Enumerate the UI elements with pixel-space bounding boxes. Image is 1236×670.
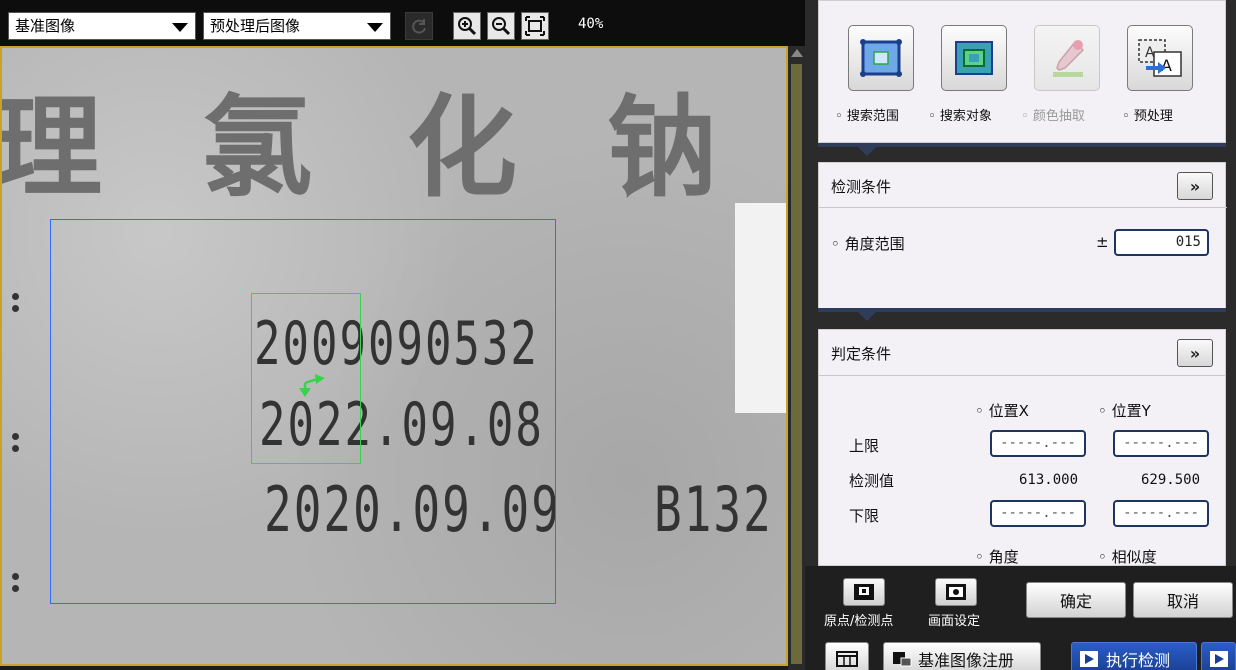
origin-detection-point-label: 原点/检测点 [824, 614, 894, 629]
fit-screen-button[interactable] [521, 12, 549, 40]
viewer-scrollbar[interactable] [788, 46, 805, 670]
expand-judgement-button[interactable]: » [1177, 339, 1213, 367]
image-viewer[interactable]: 理 氯 化 钠 2009090532 2022.09.08 2020.09.09… [0, 46, 788, 666]
divider [819, 207, 1227, 208]
search-target-icon [955, 41, 993, 75]
zoom-out-button[interactable] [487, 12, 515, 40]
run-detection-label: 执行检测 [1106, 651, 1171, 670]
label-character: 钠 [607, 83, 717, 212]
eyedropper-icon [1053, 40, 1085, 77]
section-title: 检测条件 [831, 178, 892, 196]
settings-panel: A A ◦ 搜索范围 ◦ 搜索对象 ◦ 颜色抽取 ◦ 预处理 检测条件 » ◦ … [805, 0, 1236, 670]
label-character: 氯 [202, 83, 312, 212]
register-image-icon [893, 652, 912, 667]
divider [818, 308, 1226, 312]
search-range-label: ◦ 搜索范围 [835, 109, 899, 124]
origin-detection-point-button[interactable] [843, 578, 885, 606]
zoom-in-icon [458, 17, 477, 36]
refresh-icon [412, 19, 426, 34]
zoom-out-icon [492, 17, 511, 36]
label-character: 理 [0, 83, 102, 212]
register-reference-image-button[interactable]: 基准图像注册 [883, 642, 1041, 670]
search-target-label: ◦ 搜索对象 [928, 109, 992, 124]
scrollbar-thumb[interactable] [791, 64, 802, 664]
confirm-button[interactable]: 确定 [1026, 582, 1126, 618]
preprocess-view-select[interactable]: 预处理后图像 [203, 12, 391, 40]
panel-footer: 原点/检测点 画面设定 确定 取消 基准图像注册 执行检测 [805, 566, 1236, 670]
detection-conditions-card: 检测条件 » ◦ 角度范围 ± 015 [818, 162, 1227, 310]
zoom-in-button[interactable] [453, 12, 481, 40]
preprocess-label: ◦ 预处理 [1122, 109, 1173, 124]
white-label-patch [735, 203, 786, 413]
arrow-down-icon [858, 312, 876, 321]
color-extract-button[interactable] [1034, 25, 1100, 91]
preprocess-button[interactable]: A A [1127, 25, 1193, 91]
upper-limit-x-input[interactable]: -----.--- [990, 430, 1086, 457]
lower-limit-x-input[interactable]: -----.--- [990, 500, 1086, 527]
angle-range-label: ◦ 角度范围 [831, 235, 905, 253]
next-button[interactable] [1201, 642, 1236, 670]
dot-marks [12, 573, 20, 597]
grid-icon [836, 651, 858, 667]
column-header-angle: ◦ 角度 [975, 548, 1019, 566]
cancel-button[interactable]: 取消 [1133, 582, 1233, 618]
tool-card: A A ◦ 搜索范围 ◦ 搜索对象 ◦ 颜色抽取 ◦ 预处理 [818, 0, 1226, 143]
fit-screen-icon [525, 16, 545, 36]
zoom-level-text: 40% [578, 16, 604, 32]
search-target-button[interactable] [941, 25, 1007, 91]
refresh-button[interactable] [405, 12, 433, 40]
label-character: 化 [407, 83, 517, 212]
chevron-down-icon [172, 23, 188, 32]
image-source-select[interactable]: 基准图像 [8, 12, 196, 40]
scroll-up-icon [791, 49, 803, 57]
double-chevron-right-icon: » [1189, 176, 1201, 196]
plus-minus-sign: ± [1096, 233, 1109, 251]
run-detection-button[interactable]: 执行检测 [1071, 642, 1197, 670]
search-range-button[interactable] [848, 25, 914, 91]
grid-view-button[interactable] [825, 642, 869, 670]
register-reference-image-label: 基准图像注册 [918, 651, 1015, 670]
upper-limit-y-input[interactable]: -----.--- [1113, 430, 1209, 457]
expand-detection-button[interactable]: » [1177, 172, 1213, 200]
column-header-position-y: ◦ 位置Y [1098, 402, 1151, 420]
measured-y-value: 629.500 [1141, 472, 1201, 488]
arrow-down-icon [858, 147, 876, 156]
screen-settings-label: 画面设定 [928, 614, 981, 629]
image-source-value: 基准图像 [15, 17, 76, 35]
divider [819, 375, 1225, 376]
column-header-similarity: ◦ 相似度 [1098, 548, 1157, 566]
preprocess-view-value: 预处理后图像 [210, 17, 301, 35]
measured-x-value: 613.000 [1019, 472, 1079, 488]
divider [818, 143, 1226, 147]
screen-settings-icon [946, 584, 966, 600]
chevron-down-icon [367, 23, 383, 32]
lower-limit-y-input[interactable]: -----.--- [1113, 500, 1209, 527]
screen-settings-button[interactable] [935, 578, 977, 606]
section-title: 判定条件 [831, 345, 892, 363]
column-header-position-x: ◦ 位置X [975, 402, 1029, 420]
judgement-conditions-card: 判定条件 » ◦ 位置X ◦ 位置Y 上限 -----.--- -----.--… [818, 329, 1226, 566]
preprocess-icon: A A [1138, 39, 1182, 77]
color-extract-label: ◦ 颜色抽取 [1021, 109, 1085, 124]
origin-point-icon [854, 584, 874, 600]
image-toolbar: 基准图像 预处理后图像 40% [0, 0, 805, 48]
dot-marks [12, 433, 20, 457]
play-icon [1080, 651, 1098, 667]
detection-point-marker [299, 374, 325, 397]
lower-limit-label: 下限 [849, 507, 880, 525]
search-range-icon [860, 39, 902, 77]
upper-limit-label: 上限 [849, 437, 880, 455]
dot-marks [12, 293, 20, 317]
printed-code-line: B132 [654, 473, 773, 546]
measured-value-label: 检测值 [849, 472, 895, 490]
double-chevron-right-icon: » [1189, 343, 1201, 363]
arrow-right-icon [1210, 651, 1228, 667]
angle-range-input[interactable]: 015 [1114, 229, 1209, 256]
